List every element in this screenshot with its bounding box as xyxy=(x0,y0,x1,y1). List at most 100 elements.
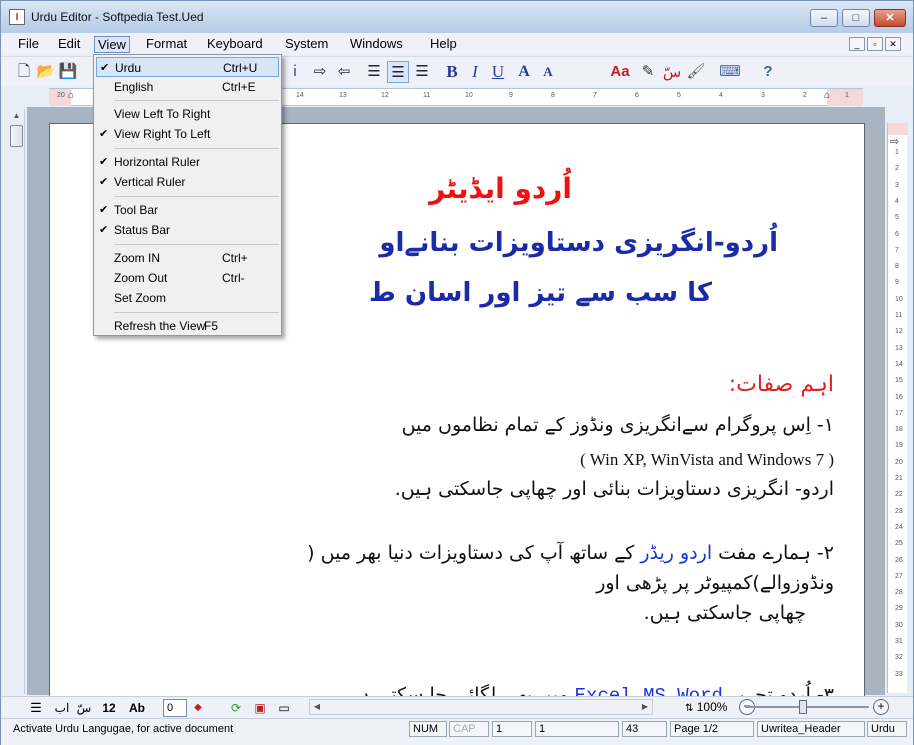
menu-item-label: View Left To Right xyxy=(114,107,211,121)
underline-icon[interactable]: U xyxy=(487,61,509,83)
mdi-close-icon[interactable]: ✕ xyxy=(885,37,901,51)
zoom-in-icon[interactable]: + xyxy=(873,699,889,715)
zoom-slider[interactable] xyxy=(745,706,869,708)
refresh-icon[interactable]: ⟳ xyxy=(227,699,245,717)
menu-windows[interactable]: Windows xyxy=(347,36,406,53)
menu-item-view-left-to-right[interactable]: View Left To Right xyxy=(96,104,279,124)
check-icon: ✔ xyxy=(99,176,109,188)
open-folder-icon[interactable]: 📂 xyxy=(35,61,57,83)
left-scrollbar[interactable]: ▲ xyxy=(9,109,25,694)
keyboard-icon[interactable]: ⌨ xyxy=(709,61,751,83)
highlight-pen-icon[interactable]: ✎ xyxy=(637,61,659,83)
close-button[interactable]: ✕ xyxy=(874,9,906,27)
ruler-label: 15 xyxy=(895,377,903,385)
view-menu-dropdown: ✔ Urdu Ctrl+U English Ctrl+E View Left T… xyxy=(93,54,282,336)
list-icon[interactable]: ☰ xyxy=(27,699,45,717)
mdi-minimize-icon[interactable]: _ xyxy=(849,37,865,51)
font-grow-icon[interactable]: A xyxy=(513,61,535,83)
spin-arrows-icon[interactable]: ◆ xyxy=(191,699,205,717)
menu-item-label: Urdu xyxy=(115,61,142,75)
menu-system[interactable]: System xyxy=(282,36,331,53)
image-icon[interactable]: ▣ xyxy=(251,699,269,717)
ruler-label: 3 xyxy=(895,181,899,189)
menu-item-label: View Right To Left xyxy=(114,127,211,141)
ruler-marker-icon[interactable]: ⇨ xyxy=(890,135,899,148)
scroll-up-icon[interactable]: ▲ xyxy=(9,109,24,123)
ruler-label: 1 xyxy=(845,92,849,99)
menu-view[interactable]: View xyxy=(94,36,130,53)
menu-item-shortcut: Ctrl+E xyxy=(222,80,256,94)
info-icon[interactable]: ⅰ xyxy=(284,61,306,83)
text-color-icon[interactable]: سّ xyxy=(661,61,683,83)
menu-keyboard[interactable]: Keyboard xyxy=(204,36,266,53)
urdu-style-button[interactable]: سّ xyxy=(75,699,93,717)
align-left-icon[interactable]: ☰ xyxy=(363,61,385,83)
scroll-thumb[interactable] xyxy=(10,125,23,147)
english-font-button[interactable]: Ab xyxy=(125,699,149,717)
new-document-icon[interactable]: 🗋 xyxy=(13,61,35,83)
align-right-icon[interactable]: ☰ xyxy=(411,61,433,83)
ruler-label: 6 xyxy=(895,230,899,238)
menu-file[interactable]: File xyxy=(15,36,42,53)
ruler-label: 25 xyxy=(895,540,903,548)
indent-marker-icon[interactable]: ⌂ xyxy=(68,90,74,101)
urdu-font-button[interactable]: اب xyxy=(51,699,73,717)
paragraph-2-line1: ۲- ہمارے مفت اردو ریڈر کے ساتھ آپ کی دست… xyxy=(307,542,834,564)
menu-item-view-right-to-left[interactable]: ✔ View Right To Left xyxy=(96,124,279,144)
align-center-icon[interactable]: ☰ xyxy=(387,61,409,83)
check-icon: ✔ xyxy=(100,62,110,74)
menu-help[interactable]: Help xyxy=(427,36,460,53)
ruler-label: 18 xyxy=(895,426,903,434)
help-icon[interactable]: ? xyxy=(757,61,779,83)
urdu-reader-link[interactable]: اردو ریڈر xyxy=(640,542,712,564)
vertical-ruler[interactable]: ⇨ 1 2 3 4 5 6 7 8 9 10 11 12 13 14 15 16 17 18 19 20 21 22 23 2… xyxy=(887,123,908,693)
menu-item-shortcut: Ctrl+ xyxy=(222,251,248,265)
menu-bar: File Edit View Format Keyboard System Wi… xyxy=(1,33,913,55)
features-heading: اہم صفات: xyxy=(728,372,834,397)
urdu-editor-app-icon[interactable]: ا xyxy=(9,9,25,25)
menu-item-urdu[interactable]: ✔ Urdu Ctrl+U xyxy=(96,57,279,77)
menu-item-tool-bar[interactable]: ✔ Tool Bar xyxy=(96,200,279,220)
check-icon: ✔ xyxy=(99,156,109,168)
minimize-button[interactable]: – xyxy=(810,9,838,27)
maximize-button[interactable]: □ xyxy=(842,9,870,27)
save-icon[interactable]: 💾 xyxy=(57,61,79,83)
app-window: ا Urdu Editor - Softpedia Test.Ued – □ ✕… xyxy=(0,0,914,745)
size-button[interactable]: 12 xyxy=(99,699,119,717)
title-bar[interactable]: ا Urdu Editor - Softpedia Test.Ued – □ ✕ xyxy=(1,1,913,33)
scroll-left-icon[interactable]: ◀ xyxy=(310,700,324,714)
arrow-left-icon[interactable]: ⇦ xyxy=(333,61,355,83)
font-style-icon[interactable]: Aa xyxy=(609,61,631,83)
menu-item-refresh-view[interactable]: Refresh the View F5 xyxy=(96,316,279,336)
indent-marker-icon[interactable]: ⌂ xyxy=(824,90,830,101)
menu-item-english[interactable]: English Ctrl+E xyxy=(96,77,279,97)
arrow-right-icon[interactable]: ⇨ xyxy=(309,61,331,83)
menu-item-set-zoom[interactable]: Set Zoom xyxy=(96,288,279,308)
menu-separator xyxy=(114,148,279,149)
menu-separator xyxy=(114,244,279,245)
spacing-input[interactable]: 0 xyxy=(163,699,187,717)
brush-icon[interactable]: 🖌 xyxy=(685,61,707,83)
scroll-right-icon[interactable]: ▶ xyxy=(638,700,652,714)
bold-icon[interactable]: B xyxy=(441,61,463,83)
mdi-restore-icon[interactable]: ▫ xyxy=(867,37,883,51)
ruler-label: 20 xyxy=(57,92,65,99)
frame-icon[interactable]: ▭ xyxy=(275,699,293,717)
ruler-top-margin xyxy=(888,123,908,135)
menu-item-label: Status Bar xyxy=(114,223,171,237)
horizontal-scrollbar[interactable]: ◀ ▶ xyxy=(309,699,653,715)
menu-item-horizontal-ruler[interactable]: ✔ Horizontal Ruler xyxy=(96,152,279,172)
zoom-slider-thumb[interactable] xyxy=(799,700,807,714)
menu-edit[interactable]: Edit xyxy=(55,36,83,53)
menu-item-zoom-out[interactable]: Zoom Out Ctrl- xyxy=(96,268,279,288)
ruler-label: 11 xyxy=(423,92,431,99)
menu-item-zoom-in[interactable]: Zoom IN Ctrl+ xyxy=(96,248,279,268)
ruler-label: 2 xyxy=(803,92,807,99)
ruler-label: 8 xyxy=(895,263,899,271)
menu-item-label: Set Zoom xyxy=(114,291,167,305)
italic-icon[interactable]: I xyxy=(464,61,486,83)
menu-item-status-bar[interactable]: ✔ Status Bar xyxy=(96,220,279,240)
font-shrink-icon[interactable]: A xyxy=(537,61,559,83)
menu-item-vertical-ruler[interactable]: ✔ Vertical Ruler xyxy=(96,172,279,192)
menu-format[interactable]: Format xyxy=(143,36,190,53)
